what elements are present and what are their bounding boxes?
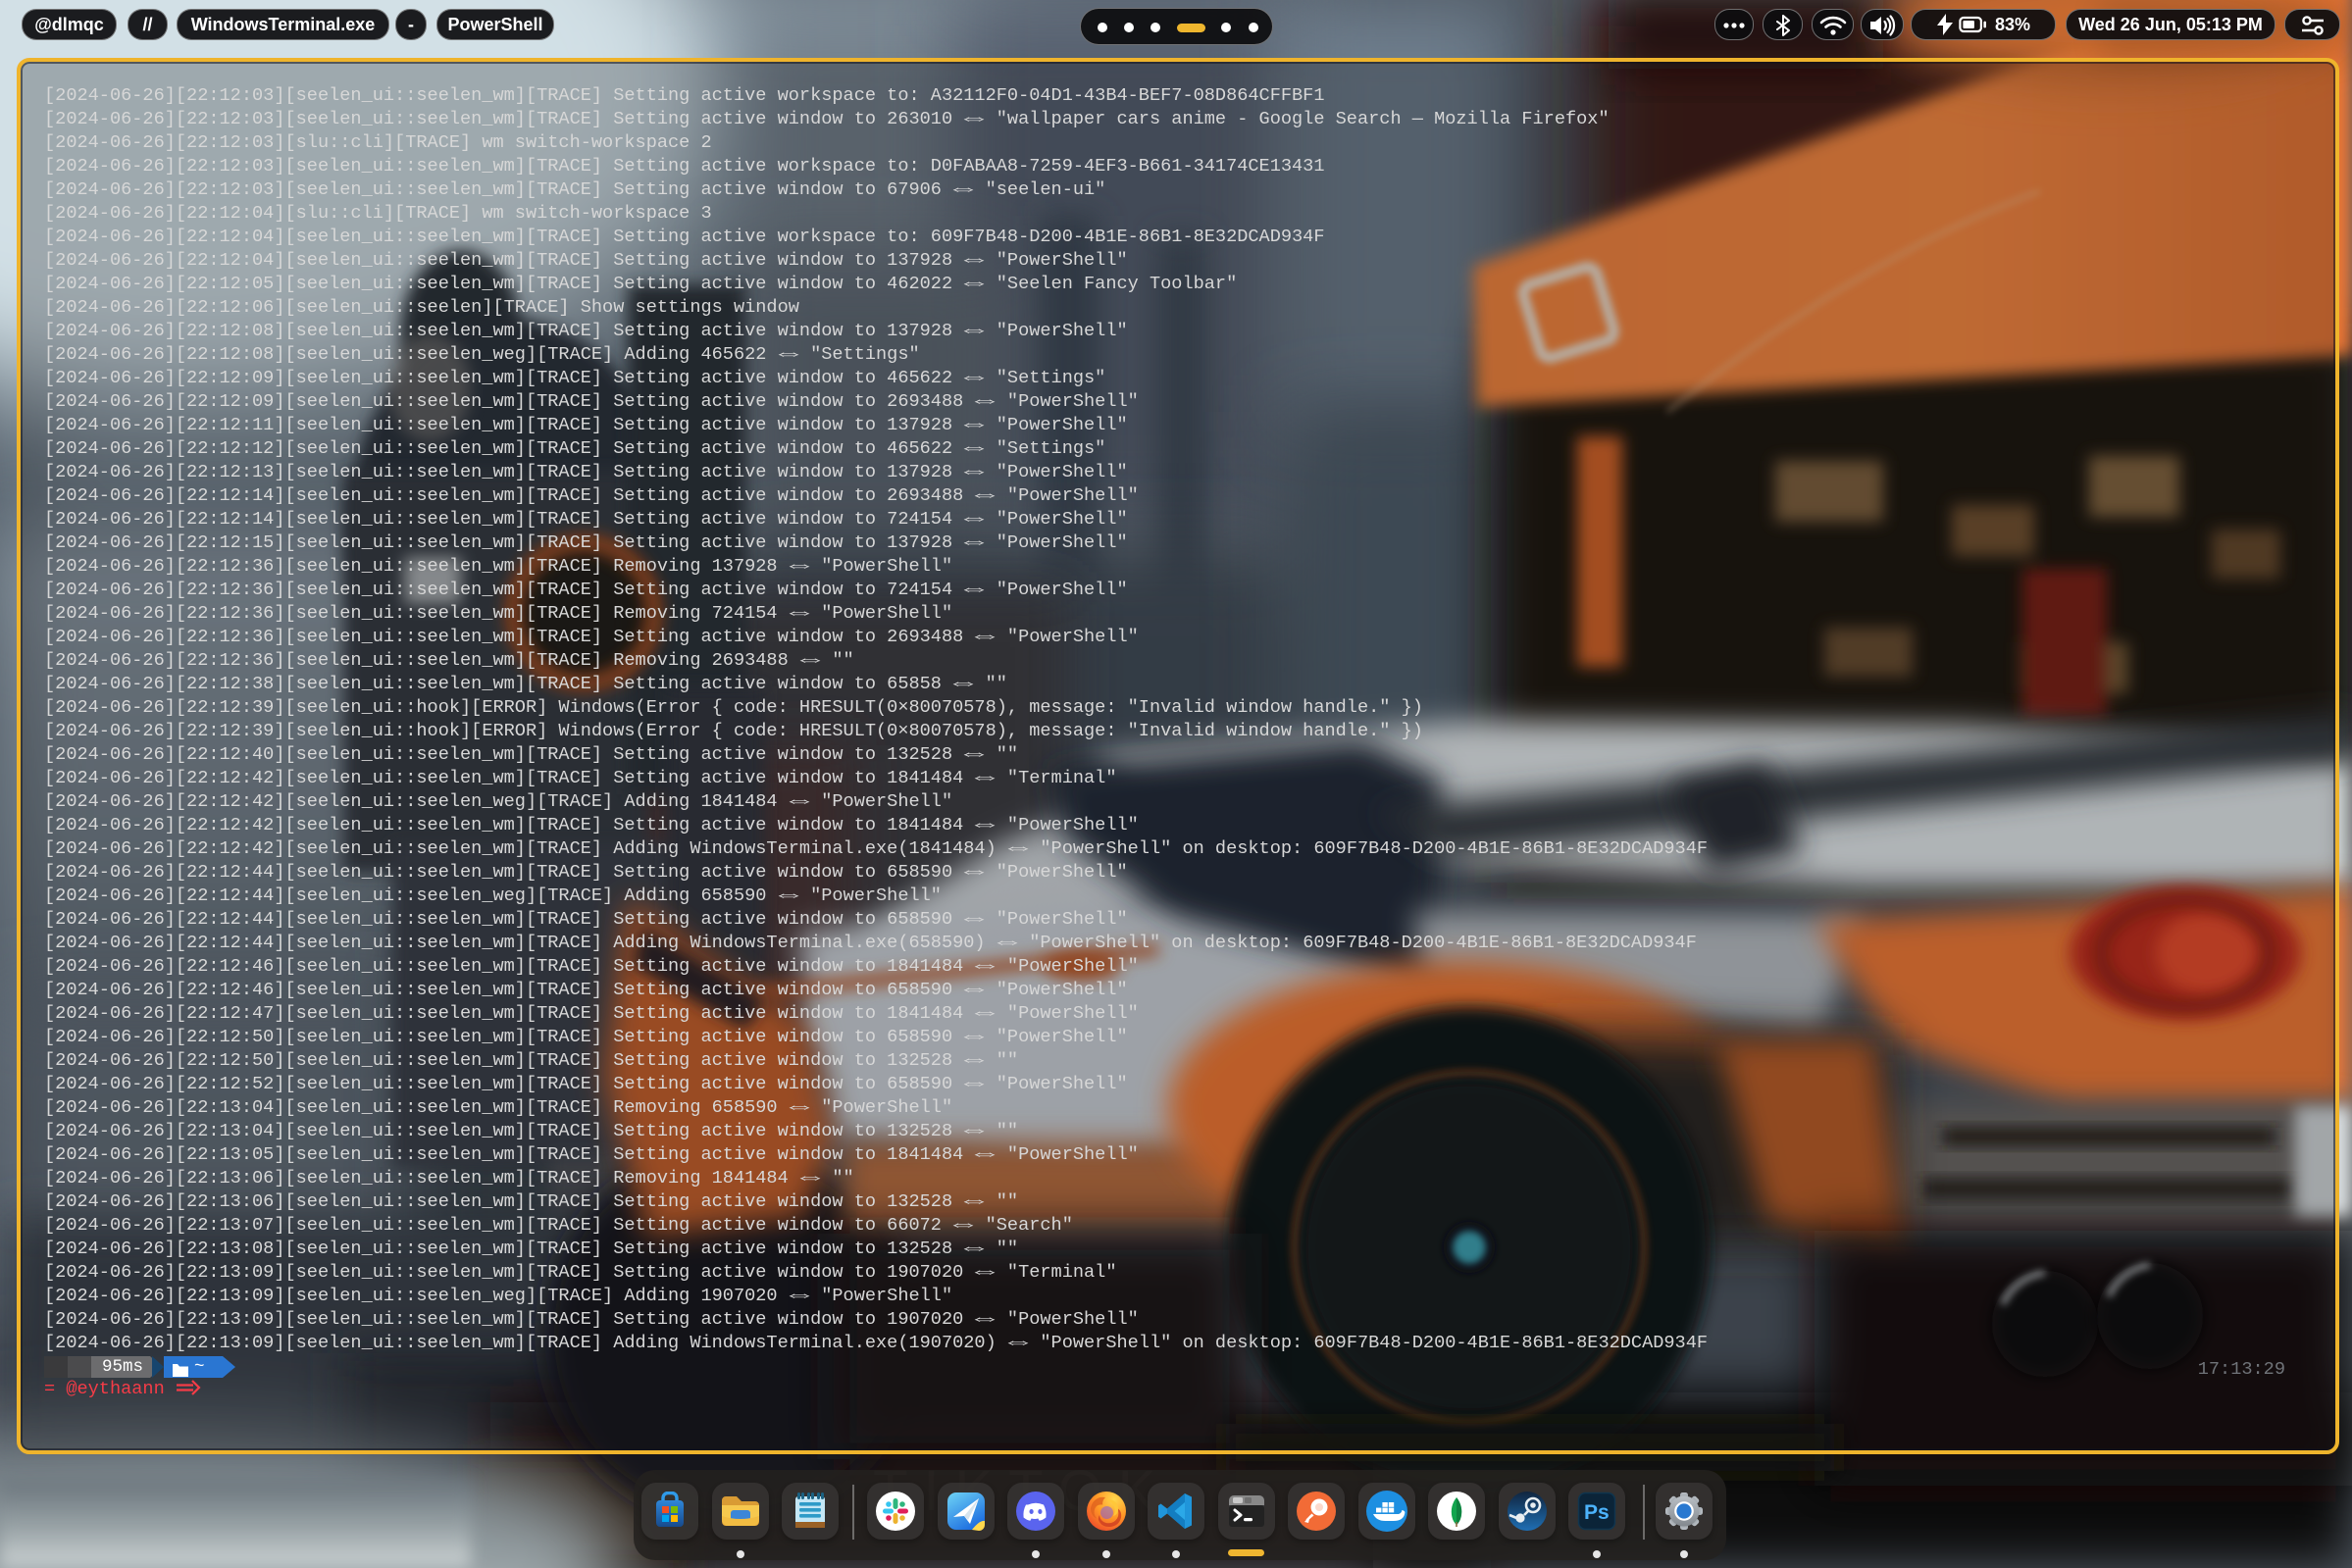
svg-text:Ps: Ps bbox=[1584, 1501, 1610, 1524]
